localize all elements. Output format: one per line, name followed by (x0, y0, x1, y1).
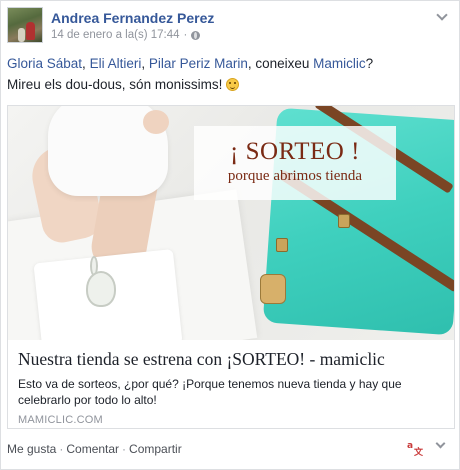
message-line-2: Mireu els dou-dous, són monissims! (7, 74, 453, 95)
post-actions: Me gusta · Comentar · Compartir a 文 (7, 439, 453, 459)
post-message: Gloria Sábat, Eli Altieri, Pilar Periz M… (7, 53, 453, 95)
link-title[interactable]: Nuestra tienda se estrena con ¡SORTEO! -… (18, 348, 444, 370)
link-description: Esto va de sorteos, ¿por qué? ¡Porque te… (18, 377, 402, 407)
link-domain: MAMICLIC.COM (18, 414, 103, 426)
message-line-1: Gloria Sábat, Eli Altieri, Pilar Periz M… (7, 53, 453, 74)
author-name[interactable]: Andrea Fernandez Perez (51, 10, 214, 26)
meta-separator: · (183, 29, 188, 41)
post-timestamp[interactable]: 14 de enero a la(s) 17:44 (51, 29, 180, 41)
action-separator: · (59, 442, 64, 456)
tag-mamiclic[interactable]: Mamiclic (313, 56, 366, 71)
like-button[interactable]: Me gusta (7, 442, 56, 456)
link-preview-card[interactable]: ¡ SORTEO ! porque abrimos tienda Nuestra… (7, 105, 455, 429)
avatar-figure (26, 22, 35, 40)
post-card: Andrea Fernandez Perez 14 de enero a la(… (0, 0, 460, 470)
promo-subtitle: porque abrimos tienda (227, 168, 363, 184)
avatar-figure-2 (18, 28, 25, 42)
share-button[interactable]: Compartir (129, 442, 182, 456)
message-line-2-text: Mireu els dou-dous, són monissims! (7, 77, 227, 92)
tag-separator: , (82, 56, 90, 71)
tag-gloria[interactable]: Gloria Sábat (7, 56, 82, 71)
translate-glyph-cjk: 文 (414, 448, 424, 458)
smile-emoji-icon (226, 78, 240, 91)
message-mid-text: , coneixeu (247, 56, 314, 71)
tag-pilar[interactable]: Pilar Periz Marin (149, 56, 248, 71)
post-meta: 14 de enero a la(s) 17:44 · (51, 29, 201, 41)
suitcase-lock (260, 274, 286, 304)
tag-separator: , (141, 56, 149, 71)
author-avatar[interactable] (7, 7, 43, 43)
chevron-down-icon[interactable] (435, 439, 447, 451)
comment-button[interactable]: Comentar (66, 442, 119, 456)
tag-eli[interactable]: Eli Altieri (90, 56, 142, 71)
baby-hand (143, 110, 169, 134)
link-preview-body[interactable]: Nuestra tienda se estrena con ¡SORTEO! -… (8, 340, 454, 428)
strap-buckle (276, 238, 288, 252)
bunny-illustration (86, 271, 116, 307)
message-end-text: ? (365, 56, 374, 71)
post-header: Andrea Fernandez Perez 14 de enero a la(… (7, 7, 453, 47)
translate-glyph-latin: a (407, 441, 414, 451)
action-separator: · (122, 442, 127, 456)
translate-icon[interactable]: a 文 (407, 441, 424, 458)
chevron-down-icon[interactable] (435, 9, 449, 23)
promo-title: ¡ SORTEO ! (230, 138, 360, 165)
promo-overlay: ¡ SORTEO ! porque abrimos tienda (194, 126, 396, 200)
strap-buckle (338, 214, 350, 228)
globe-icon[interactable] (191, 30, 201, 40)
link-preview-image[interactable]: ¡ SORTEO ! porque abrimos tienda (8, 106, 454, 340)
